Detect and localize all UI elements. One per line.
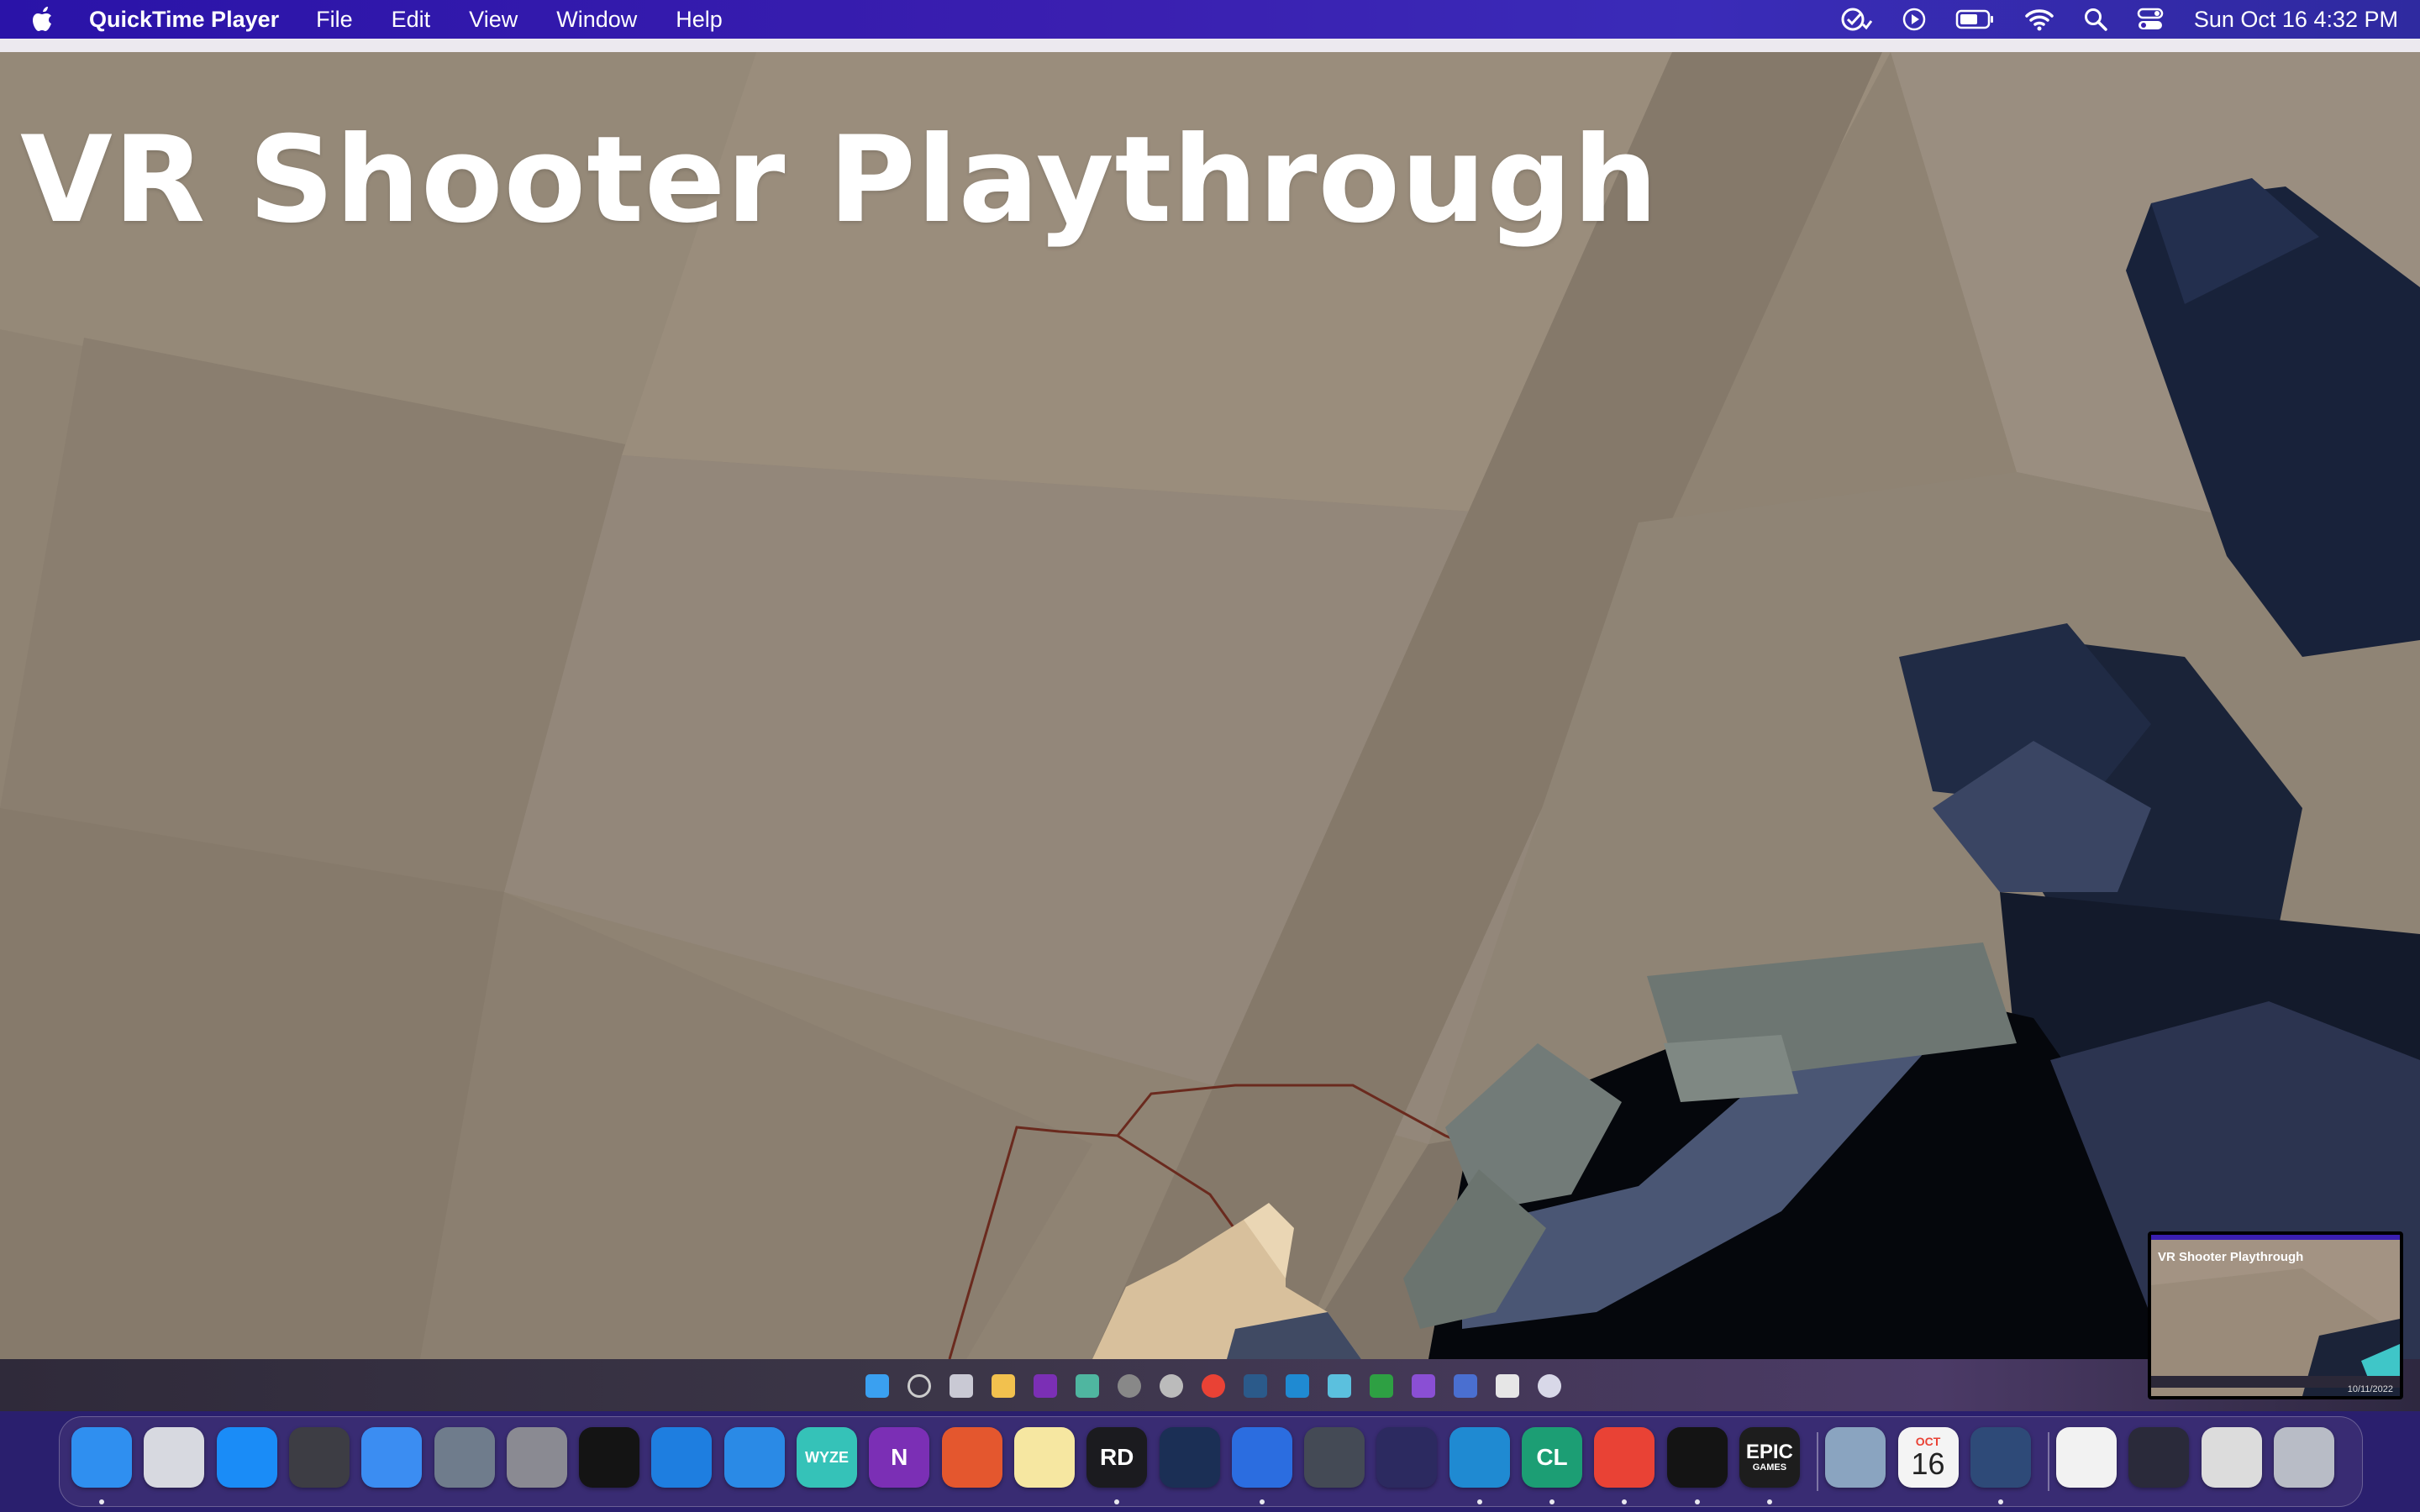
dock-divider bbox=[1817, 1432, 1819, 1491]
terminal-icon[interactable] bbox=[579, 1427, 640, 1488]
rider-label: RD bbox=[1099, 1444, 1134, 1470]
epic-label: EPIC bbox=[1745, 1441, 1793, 1463]
taskbar-onenote-icon bbox=[1034, 1374, 1057, 1398]
system-preferences-icon[interactable] bbox=[506, 1427, 567, 1488]
video-player[interactable]: VR Shooter Playthrough bbox=[0, 52, 2420, 1359]
taskbar-app2-icon bbox=[1328, 1374, 1351, 1398]
notes-icon[interactable] bbox=[1013, 1427, 1075, 1488]
search-icon[interactable] bbox=[2083, 7, 2108, 32]
calendar-icon[interactable]: OCT 16 bbox=[1897, 1427, 1959, 1488]
thumbnail-date: 10/11/2022 bbox=[2347, 1384, 2393, 1394]
play-circle-icon[interactable] bbox=[1902, 7, 1927, 32]
taskbar-powershell-icon bbox=[1454, 1374, 1477, 1398]
wyze-icon[interactable]: WYZE bbox=[797, 1427, 857, 1488]
wifi-icon[interactable] bbox=[2024, 8, 2054, 31]
app-store-icon[interactable] bbox=[216, 1427, 277, 1488]
steam-icon[interactable] bbox=[1159, 1427, 1220, 1488]
instruments-icon[interactable] bbox=[723, 1427, 785, 1488]
running-indicator bbox=[1114, 1499, 1120, 1504]
preview-icon[interactable] bbox=[434, 1427, 495, 1488]
calendar-day: 16 bbox=[1911, 1446, 1945, 1481]
video-title: VR Shooter Playthrough bbox=[20, 111, 1659, 249]
onenote-label: N bbox=[891, 1444, 908, 1470]
taskbar-obs-icon bbox=[1118, 1374, 1141, 1398]
clion-icon[interactable]: CL bbox=[1522, 1427, 1582, 1488]
menu-help[interactable]: Help bbox=[676, 7, 723, 33]
disk-utility-icon[interactable] bbox=[288, 1427, 350, 1488]
dock-divider bbox=[2048, 1432, 2050, 1491]
xcode-cloud-icon[interactable] bbox=[1231, 1427, 1292, 1488]
windows-start-icon bbox=[865, 1374, 889, 1398]
remote-desktop-icon[interactable] bbox=[941, 1427, 1002, 1488]
epic-sub-label: GAMES bbox=[1752, 1462, 1787, 1473]
running-indicator bbox=[1549, 1499, 1555, 1504]
taskbar-search-icon bbox=[908, 1374, 931, 1398]
taskbar-oculus-icon bbox=[1496, 1374, 1519, 1398]
launchpad-icon[interactable] bbox=[144, 1427, 205, 1488]
unity-icon[interactable] bbox=[1304, 1427, 1365, 1488]
taskbar-play-icon bbox=[1370, 1374, 1393, 1398]
running-indicator bbox=[1766, 1499, 1772, 1504]
app-menu-quicktime[interactable]: QuickTime Player bbox=[89, 7, 279, 33]
terminal-2-icon[interactable] bbox=[1666, 1427, 1728, 1488]
taskbar-unreal-icon bbox=[1538, 1374, 1561, 1398]
epic-games-icon[interactable]: EPIC GAMES bbox=[1739, 1427, 1800, 1488]
running-indicator bbox=[1476, 1499, 1482, 1504]
taskbar-app-icon bbox=[1076, 1374, 1099, 1398]
finder-icon[interactable] bbox=[71, 1427, 132, 1488]
taskbar-explorer-icon bbox=[992, 1374, 1015, 1398]
dock: WYZE N RD CL EPIC GAMES OCT 16 bbox=[59, 1416, 2363, 1507]
photo-icon[interactable] bbox=[1825, 1427, 1886, 1488]
wyze-label: WYZE bbox=[805, 1448, 849, 1466]
taskbar-taskview-icon bbox=[950, 1374, 973, 1398]
screenshot-thumb-icon[interactable] bbox=[2128, 1427, 2190, 1488]
eclipse-icon[interactable] bbox=[1376, 1427, 1438, 1488]
running-indicator bbox=[1997, 1499, 2003, 1504]
screenshot-thumbnail[interactable]: VR Shooter Playthrough 10/11/2022 bbox=[2148, 1231, 2403, 1399]
thumbnail-title: VR Shooter Playthrough bbox=[2158, 1250, 2304, 1264]
running-indicator bbox=[1259, 1499, 1265, 1504]
battery-icon[interactable] bbox=[1955, 8, 1996, 30]
vscode-icon[interactable] bbox=[1449, 1427, 1510, 1488]
chrome-icon[interactable] bbox=[1594, 1427, 1655, 1488]
xcode-icon[interactable] bbox=[651, 1427, 713, 1488]
menu-window[interactable]: Window bbox=[556, 7, 637, 33]
menu-bar: QuickTime Player File Edit View Window H… bbox=[0, 0, 2420, 39]
quicktime-icon[interactable] bbox=[1970, 1427, 2031, 1488]
taskbar-chrome-icon bbox=[1202, 1374, 1225, 1398]
onenote-icon[interactable]: N bbox=[869, 1427, 930, 1488]
running-indicator bbox=[1622, 1499, 1628, 1504]
menu-edit[interactable]: Edit bbox=[392, 7, 431, 33]
rider-icon[interactable]: RD bbox=[1086, 1427, 1148, 1488]
trash-icon[interactable] bbox=[2274, 1427, 2334, 1488]
taskbar-media-icon bbox=[1160, 1374, 1183, 1398]
window-titlebar bbox=[0, 39, 2420, 52]
clion-label: CL bbox=[1536, 1444, 1568, 1470]
running-indicator bbox=[99, 1499, 104, 1504]
control-center-icon[interactable] bbox=[2137, 7, 2164, 32]
running-indicator bbox=[1694, 1499, 1700, 1504]
apple-icon[interactable] bbox=[27, 3, 60, 36]
swift-playgrounds-icon[interactable] bbox=[361, 1427, 423, 1488]
menu-clock[interactable]: Sun Oct 16 4:32 PM bbox=[2194, 7, 2398, 33]
menu-view[interactable]: View bbox=[469, 7, 518, 33]
window-thumb-icon[interactable] bbox=[2201, 1427, 2262, 1488]
taskbar-visual-studio-icon bbox=[1412, 1374, 1435, 1398]
checklist-icon[interactable] bbox=[1839, 6, 1873, 33]
taskbar-steam-icon bbox=[1244, 1374, 1267, 1398]
recorded-taskbar bbox=[0, 1359, 2420, 1411]
html-document-icon[interactable] bbox=[2056, 1427, 2118, 1488]
taskbar-vscode-icon bbox=[1286, 1374, 1309, 1398]
menu-file[interactable]: File bbox=[316, 7, 353, 33]
